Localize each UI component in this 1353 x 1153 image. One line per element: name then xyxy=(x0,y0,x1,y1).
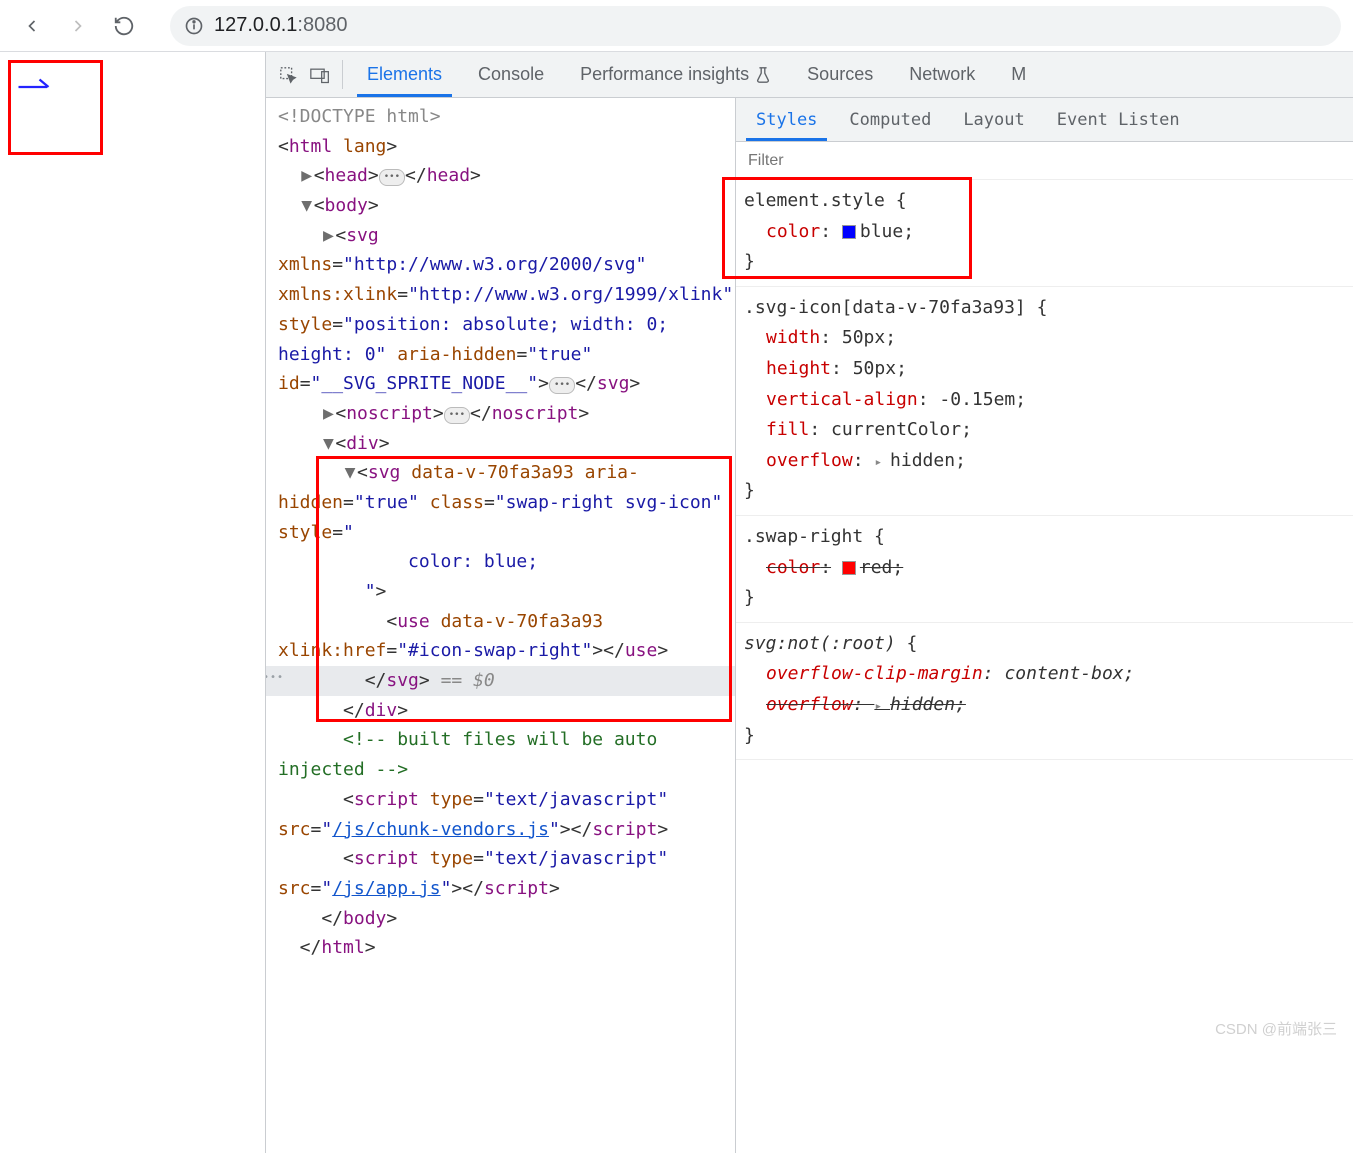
tab-event-listeners[interactable]: Event Listen xyxy=(1041,98,1196,141)
tree-svg-style-line: color: blue; xyxy=(266,547,735,577)
watermark: CSDN @前端张三 xyxy=(1215,1018,1337,1039)
styles-filter-input[interactable] xyxy=(746,151,1343,171)
tree-script1[interactable]: <script type="text/javascript" src="/js/… xyxy=(266,785,735,844)
tree-body-close[interactable]: </body> xyxy=(266,904,735,934)
rule-element-style[interactable]: element.style { color: blue; } xyxy=(736,180,1353,287)
tree-div-close[interactable]: </div> xyxy=(266,696,735,726)
address-bar[interactable]: 127.0.0.1:8080 xyxy=(170,6,1341,46)
elements-panel[interactable]: <!DOCTYPE html> <html lang> ▶<head>•••</… xyxy=(266,98,736,1153)
tree-body-open[interactable]: ▼<body> xyxy=(266,191,735,221)
inspect-icon[interactable] xyxy=(272,52,304,97)
flask-icon xyxy=(755,66,771,84)
reload-button[interactable] xyxy=(104,6,144,46)
tab-network[interactable]: Network xyxy=(891,52,993,97)
styles-tabbar: Styles Computed Layout Event Listen xyxy=(736,98,1353,142)
tree-div-open[interactable]: ▼<div> xyxy=(266,429,735,459)
tree-html-open[interactable]: <html lang> xyxy=(266,132,735,162)
tree-html-close[interactable]: </html> xyxy=(266,933,735,963)
url-host: 127.0.0.1 xyxy=(214,14,297,36)
tab-performance-insights[interactable]: Performance insights xyxy=(562,52,789,97)
devtools: Elements Console Performance insights So… xyxy=(265,52,1353,1153)
tab-sources[interactable]: Sources xyxy=(789,52,891,97)
tree-head[interactable]: ▶<head>•••</head> xyxy=(266,161,735,191)
swap-right-icon xyxy=(17,69,53,93)
devtools-tabbar: Elements Console Performance insights So… xyxy=(266,52,1353,98)
forward-button[interactable] xyxy=(58,6,98,46)
tab-elements[interactable]: Elements xyxy=(349,52,460,97)
tab-styles[interactable]: Styles xyxy=(740,98,833,141)
styles-panel: Styles Computed Layout Event Listen elem… xyxy=(736,98,1353,1153)
info-icon xyxy=(184,16,204,36)
rule-svg-not-root[interactable]: svg:not(:root) { overflow-clip-margin: c… xyxy=(736,623,1353,760)
device-toggle-icon[interactable] xyxy=(304,52,336,97)
tab-layout[interactable]: Layout xyxy=(947,98,1040,141)
back-button[interactable] xyxy=(12,6,52,46)
tree-doctype: <!DOCTYPE html> xyxy=(266,102,735,132)
tree-svg-sel-open[interactable]: ▼<svg data-v-70fa3a93 aria-hidden="true"… xyxy=(266,458,735,547)
tab-more[interactable]: M xyxy=(993,52,1044,97)
rule-swap-right[interactable]: .swap-right { color: red; } xyxy=(736,516,1353,623)
tab-computed[interactable]: Computed xyxy=(833,98,947,141)
styles-filter[interactable] xyxy=(736,142,1353,180)
tree-comment: <!-- built files will be auto injected -… xyxy=(266,725,735,784)
page-viewport xyxy=(0,52,265,1153)
tab-console[interactable]: Console xyxy=(460,52,562,97)
tree-svg-style-close: "> xyxy=(266,577,735,607)
tree-script2[interactable]: <script type="text/javascript" src="/js/… xyxy=(266,844,735,903)
browser-toolbar: 127.0.0.1:8080 xyxy=(0,0,1353,52)
tree-svg-sel-close[interactable]: </svg> == $0 xyxy=(266,666,735,696)
annotation-box xyxy=(8,60,103,155)
url-port: :8080 xyxy=(297,14,347,36)
tree-svg-sprite[interactable]: ▶<svg xmlns="http://www.w3.org/2000/svg"… xyxy=(266,221,735,399)
tree-noscript[interactable]: ▶<noscript>•••</noscript> xyxy=(266,399,735,429)
rule-svg-icon[interactable]: .svg-icon[data-v-70fa3a93] { width: 50px… xyxy=(736,287,1353,516)
tree-use[interactable]: <use data-v-70fa3a93 xlink:href="#icon-s… xyxy=(266,607,735,666)
